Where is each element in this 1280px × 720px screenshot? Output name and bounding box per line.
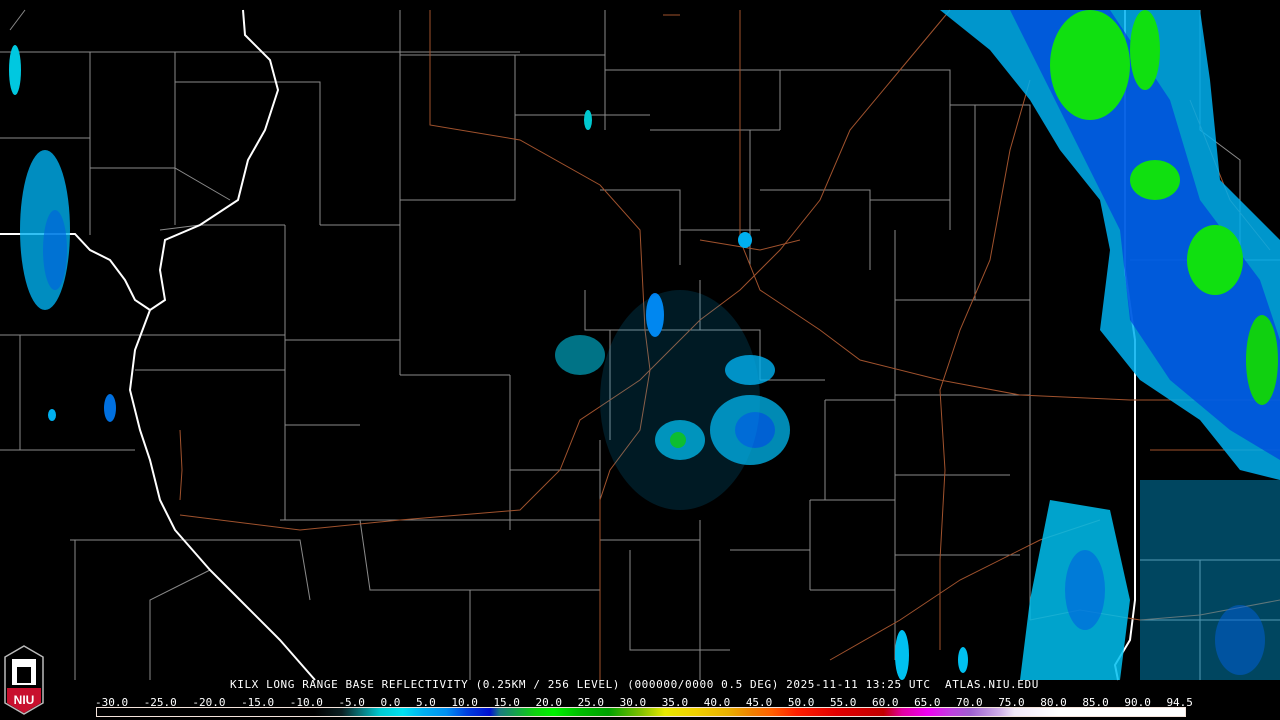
niu-logo: NIU [3, 645, 45, 715]
svg-text:NIU: NIU [14, 693, 35, 707]
product-title: KILX LONG RANGE BASE REFLECTIVITY (0.25K… [230, 678, 1039, 691]
radar-echoes [9, 10, 1280, 680]
reflectivity-colorbar [96, 707, 1186, 717]
radar-map [0, 9, 1280, 681]
